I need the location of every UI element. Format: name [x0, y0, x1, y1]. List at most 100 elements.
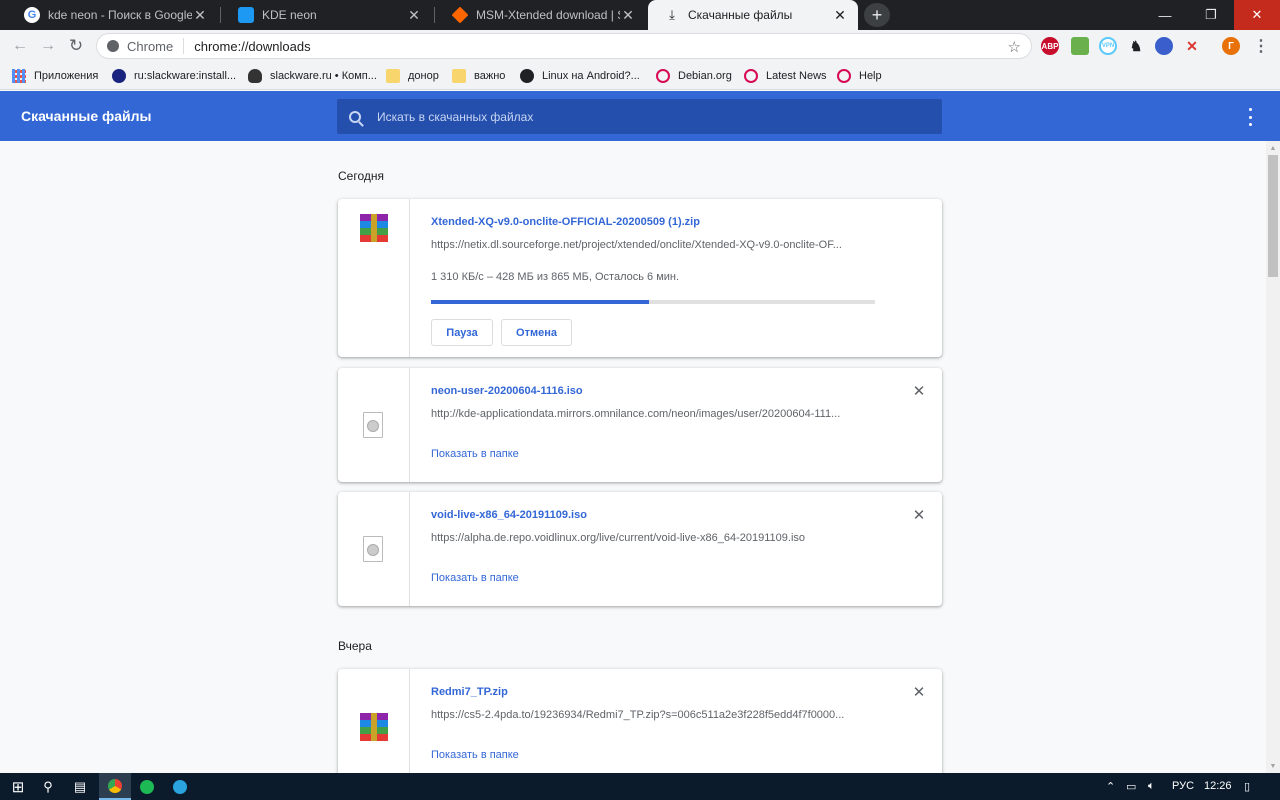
- tab-msm-xtended[interactable]: MSM-Xtended download | Sour ✕: [436, 0, 646, 30]
- restore-button[interactable]: ❐: [1188, 0, 1234, 30]
- bookmark-label: Latest News: [766, 70, 827, 82]
- remove-from-list-icon[interactable]: ✕: [912, 684, 926, 701]
- tab-downloads[interactable]: ⤓ Скачанные файлы ✕: [648, 0, 858, 30]
- remove-from-list-icon[interactable]: ✕: [912, 507, 926, 524]
- cancel-button[interactable]: Отмена: [501, 319, 572, 346]
- tab-google-search[interactable]: G kde neon - Поиск в Google ✕: [8, 0, 218, 30]
- omnibox-divider: [183, 38, 185, 54]
- debian-icon: [744, 69, 758, 83]
- bookmark-label: Приложения: [34, 70, 99, 82]
- sourceforge-icon: [451, 6, 469, 24]
- bookmark-apps[interactable]: Приложения: [12, 67, 98, 85]
- reload-button[interactable]: ↻: [64, 34, 88, 58]
- progress-fill: [431, 300, 649, 304]
- show-in-folder-link[interactable]: Показать в папке: [431, 749, 519, 761]
- bookmark-label: ru:slackware:install...: [134, 70, 237, 82]
- source-url-link[interactable]: http://kde-applicationdata.mirrors.omnil…: [431, 408, 881, 420]
- file-name-link[interactable]: neon-user-20200604-1116.iso: [431, 385, 583, 397]
- file-icon-column: [338, 368, 410, 482]
- file-name-link[interactable]: Xtended-XQ-v9.0-onclite-OFFICIAL-2020050…: [431, 216, 700, 228]
- task-view-icon[interactable]: ▤: [64, 773, 96, 800]
- bookmark-folder-important[interactable]: важно: [452, 67, 505, 85]
- pause-button[interactable]: Пауза: [431, 319, 493, 346]
- scroll-down-arrow-icon[interactable]: ▼: [1266, 759, 1280, 773]
- new-tab-button[interactable]: +: [864, 3, 890, 27]
- tools-icon[interactable]: ✕: [1183, 37, 1201, 55]
- bookmark-folder-donor[interactable]: донор: [386, 67, 439, 85]
- tab-title: KDE neon: [262, 8, 317, 22]
- close-window-button[interactable]: ✕: [1234, 0, 1280, 30]
- globe-icon[interactable]: [1155, 37, 1173, 55]
- downloads-header: Скачанные файлы: [0, 91, 1280, 141]
- winrar-archive-icon: [360, 713, 388, 741]
- browser-menu-icon[interactable]: ⋮: [1252, 37, 1270, 55]
- bookmark-label: Help: [859, 70, 882, 82]
- search-icon[interactable]: ⚲: [32, 773, 64, 800]
- tray-overflow-icon[interactable]: ⌃: [1106, 780, 1115, 793]
- file-name-link[interactable]: Redmi7_TP.zip: [431, 686, 508, 698]
- page-scrollbar[interactable]: ▲ ▼: [1266, 141, 1280, 773]
- address-bar[interactable]: Chrome chrome://downloads ☆: [96, 33, 1032, 59]
- bookmark-label: Debian.org: [678, 70, 732, 82]
- bookmark-star-icon[interactable]: ☆: [1008, 38, 1021, 56]
- search-input[interactable]: [377, 109, 877, 124]
- remove-from-list-icon[interactable]: ✕: [912, 383, 926, 400]
- download-item: neon-user-20200604-1116.iso http://kde-a…: [338, 368, 942, 482]
- profile-avatar[interactable]: Г: [1222, 37, 1240, 55]
- bookmark-label: важно: [474, 70, 506, 82]
- chrome-taskbar-icon[interactable]: [99, 773, 131, 800]
- volume-icon[interactable]: 🔈︎: [1148, 780, 1155, 793]
- tab-kde-neon[interactable]: KDE neon ✕: [222, 0, 432, 30]
- file-icon-column: [338, 199, 410, 357]
- bookmark-slackware-install[interactable]: ru:slackware:install...: [112, 67, 236, 85]
- bookmark-linux-android[interactable]: Linux на Android?...: [520, 67, 640, 85]
- minimize-button[interactable]: —: [1142, 0, 1188, 30]
- input-language-indicator[interactable]: РУС: [1172, 780, 1194, 792]
- show-in-folder-link[interactable]: Показать в папке: [431, 448, 519, 460]
- notifications-icon[interactable]: ▯: [1244, 780, 1250, 793]
- source-url-link[interactable]: https://netix.dl.sourceforge.net/project…: [431, 239, 881, 251]
- more-actions-icon[interactable]: [1240, 108, 1260, 126]
- download-icon: ⤓: [669, 7, 675, 22]
- android-extension-icon[interactable]: [1071, 37, 1089, 55]
- source-url-link[interactable]: https://cs5-2.4pda.to/19236934/Redmi7_TP…: [431, 709, 881, 721]
- network-icon[interactable]: ▭: [1126, 780, 1136, 793]
- google-icon: G: [24, 7, 40, 23]
- close-tab-icon[interactable]: ✕: [620, 7, 636, 23]
- close-tab-icon[interactable]: ✕: [406, 7, 422, 23]
- gnome-icon[interactable]: ♞: [1127, 37, 1145, 55]
- adblock-icon[interactable]: ABP: [1041, 37, 1059, 55]
- close-tab-icon[interactable]: ✕: [832, 7, 848, 23]
- close-tab-icon[interactable]: ✕: [192, 7, 208, 23]
- downloads-search[interactable]: [337, 99, 942, 134]
- download-progress-bar: [431, 300, 875, 304]
- folder-icon: [386, 69, 400, 83]
- back-button[interactable]: ←: [8, 34, 32, 58]
- bookmark-label: slackware.ru • Комп...: [270, 70, 377, 82]
- tab-title: MSM-Xtended download | Sour: [476, 8, 620, 22]
- source-url-link[interactable]: https://alpha.de.repo.voidlinux.org/live…: [431, 532, 881, 544]
- telegram-icon[interactable]: [164, 773, 196, 800]
- system-clock[interactable]: 12:26: [1204, 780, 1232, 792]
- file-name-link[interactable]: void-live-x86_64-20191109.iso: [431, 509, 587, 521]
- debian-icon: [656, 69, 670, 83]
- show-in-folder-link[interactable]: Показать в папке: [431, 572, 519, 584]
- bookmark-help[interactable]: Help: [837, 67, 882, 85]
- tab-title: Скачанные файлы: [688, 8, 793, 22]
- windows-start-icon[interactable]: ⊞: [2, 773, 34, 800]
- download-item: Xtended-XQ-v9.0-onclite-OFFICIAL-2020050…: [338, 199, 942, 357]
- tab-strip: G kde neon - Поиск в Google ✕ KDE neon ✕…: [0, 0, 1280, 30]
- forward-button[interactable]: →: [36, 34, 60, 58]
- download-item: void-live-x86_64-20191109.iso https://al…: [338, 492, 942, 606]
- download-status: 1 310 КБ/с – 428 МБ из 865 МБ, Осталось …: [431, 271, 680, 283]
- downloads-list: Сегодня Xtended-XQ-v9.0-onclite-OFFICIAL…: [0, 141, 1266, 773]
- search-icon: [349, 110, 361, 123]
- vpn-icon[interactable]: VPN: [1099, 37, 1117, 55]
- bookmark-slackware-ru[interactable]: slackware.ru • Комп...: [248, 67, 377, 85]
- scroll-up-arrow-icon[interactable]: ▲: [1266, 141, 1280, 155]
- scrollbar-thumb[interactable]: [1268, 155, 1278, 277]
- date-heading-yesterday: Вчера: [338, 639, 372, 653]
- bookmark-latest-news[interactable]: Latest News: [744, 67, 827, 85]
- bookmark-debian[interactable]: Debian.org: [656, 67, 732, 85]
- spotify-icon[interactable]: [131, 773, 163, 800]
